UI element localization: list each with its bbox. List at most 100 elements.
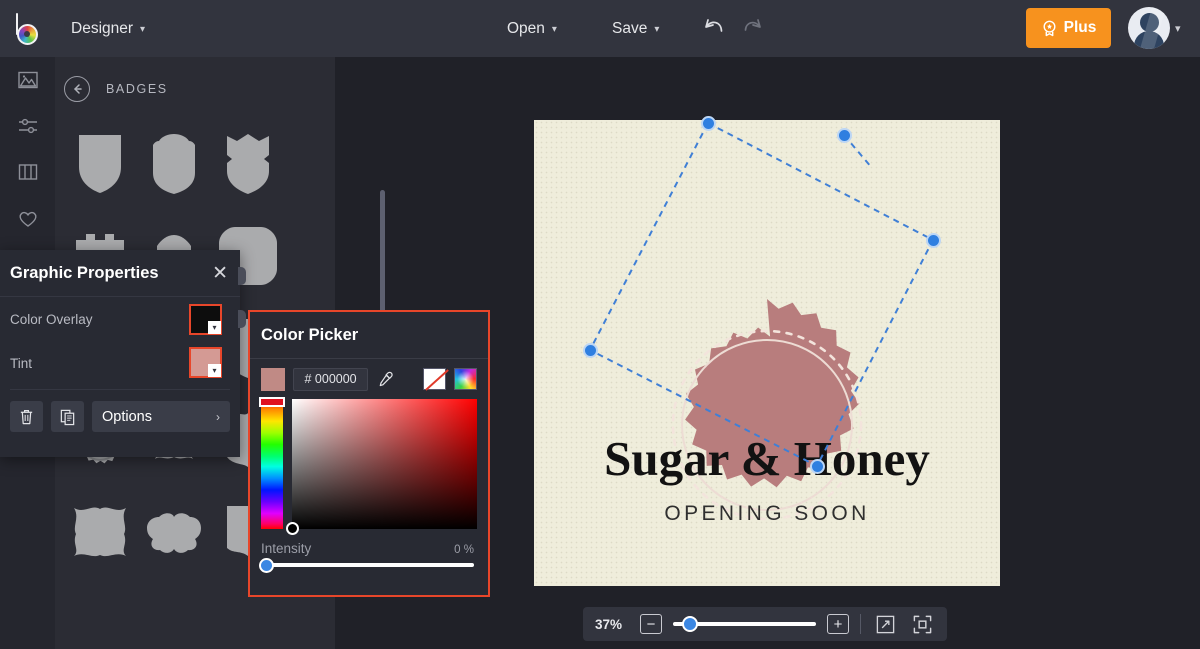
graphic-properties-panel: Graphic Properties ✕ Color Overlay ▾ Tin… [0,250,246,457]
chevron-right-icon: › [216,409,220,424]
zoom-slider-handle[interactable] [682,616,699,632]
delete-button[interactable] [10,401,43,432]
chevron-down-icon[interactable]: ▾ [208,364,221,377]
expand-diagonal-icon [876,615,894,633]
panel-expand-tab-bottom[interactable] [238,267,246,285]
graphic-properties-header: Graphic Properties ✕ [0,250,240,297]
badges-panel-title: BADGES [106,82,168,96]
fit-to-frame-icon [913,615,931,633]
current-color-swatch[interactable] [261,367,285,391]
designer-app: Designer ▾ Open ▾ Save ▾ Plus ▾ BADGES S… [0,0,1200,649]
color-overlay-label: Color Overlay [10,311,93,327]
back-arrow-circle-icon[interactable] [64,76,90,102]
badge-item[interactable] [137,121,211,207]
plus-button-label: Plus [1063,19,1097,36]
color-picker-body [250,397,488,535]
account-menu[interactable]: ▾ [1128,7,1181,49]
no-color-icon[interactable] [423,368,447,390]
divider [860,614,861,634]
intensity-slider-handle[interactable] [259,557,274,573]
undo-arrow-icon [705,19,723,32]
duplicate-button[interactable] [51,401,84,432]
chevron-down-icon: ▾ [654,24,660,35]
image-icon [17,71,38,89]
plus-icon: + [833,615,843,633]
zoom-toolbar: 37% − + [583,607,947,641]
fit-to-frame-button[interactable] [909,611,935,637]
rail-item-adjust[interactable] [0,103,55,149]
hue-slider-handle[interactable] [259,397,285,407]
badge-item[interactable] [63,489,137,575]
intensity-value: 0 % [454,544,474,556]
chevron-down-icon[interactable]: ▾ [208,321,221,334]
color-overlay-row: Color Overlay ▾ [0,297,246,341]
open-menu[interactable]: Open ▾ [501,14,563,44]
graphic-properties-actions: Options › [0,267,246,432]
rail-item-favorites[interactable] [0,195,55,241]
color-picker-toolbar: # 000000 [250,359,488,399]
rotate-handle[interactable] [700,115,716,131]
eyedropper-icon [380,371,394,386]
chevron-down-icon: ▾ [551,24,557,35]
intensity-row: Intensity 0 % [250,529,488,556]
save-menu[interactable]: Save ▾ [606,14,665,44]
columns-layers-icon [18,164,37,180]
intensity-label: Intensity [261,541,312,556]
options-button[interactable]: Options › [92,401,230,432]
top-toolbar: Designer ▾ Open ▾ Save ▾ Plus ▾ [0,0,1200,57]
copy-icon [60,409,75,425]
eyedropper-button[interactable] [376,371,395,388]
color-overlay-swatch[interactable]: ▾ [189,304,222,335]
zoom-in-button[interactable]: + [827,614,849,634]
color-wheel-icon[interactable] [454,368,477,390]
saturation-value-handle[interactable] [286,522,299,535]
bonanza-color-wheel-logo-icon [14,12,44,45]
minus-icon: − [646,615,656,633]
panel-expand-tab[interactable] [238,310,246,328]
artboard[interactable]: Sugar & Honey OPENING SOON [534,120,1000,586]
plus-upgrade-button[interactable]: Plus [1026,8,1111,48]
zoom-slider[interactable] [673,616,816,632]
chevron-down-icon: ▾ [1175,22,1181,35]
corner-handle-top-right[interactable] [836,127,852,143]
badge-item[interactable] [211,121,285,207]
expand-button[interactable] [872,611,898,637]
heart-icon [19,211,36,227]
rail-item-layers[interactable] [0,149,55,195]
tint-label: Tint [10,355,33,371]
saturation-value-area[interactable] [286,399,477,535]
corner-handle-bottom[interactable] [809,458,825,474]
trash-icon [20,409,33,424]
brand-headline[interactable]: Sugar & Honey [534,430,1000,487]
rail-item-image[interactable] [0,57,55,103]
hex-input[interactable]: # 000000 [292,367,369,391]
tint-swatch[interactable]: ▾ [189,347,222,378]
color-picker-panel: Color Picker # 000000 Intensity 0 % [248,310,490,597]
badge-item[interactable] [137,489,211,575]
zoom-level-label: 37% [595,616,623,632]
app-logo[interactable] [0,12,57,45]
premium-badge-icon [1043,20,1056,36]
hue-slider[interactable] [259,397,285,529]
product-menu-designer[interactable]: Designer ▾ [65,14,151,44]
undo-button[interactable] [699,13,729,43]
badges-panel-header: BADGES [55,57,335,121]
product-menu-label: Designer [71,19,134,37]
tint-row: Tint ▾ [0,341,240,385]
chevron-down-icon: ▾ [140,24,146,35]
open-menu-label: Open [507,19,545,37]
avatar [1128,7,1170,49]
save-menu-label: Save [612,19,648,37]
redo-arrow-icon [744,19,761,31]
tagline-text[interactable]: OPENING SOON [534,502,1000,526]
badge-item[interactable] [63,121,137,207]
redo-button[interactable] [737,13,767,43]
color-picker-title: Color Picker [261,325,359,344]
intensity-slider[interactable] [259,557,474,573]
graphic-properties-title: Graphic Properties [10,263,159,282]
adjustments-sliders-icon [18,118,37,134]
corner-handle-left[interactable] [582,342,598,358]
zoom-out-button[interactable]: − [640,614,662,634]
close-icon[interactable]: ✕ [212,264,228,283]
corner-handle-right[interactable] [925,232,941,248]
